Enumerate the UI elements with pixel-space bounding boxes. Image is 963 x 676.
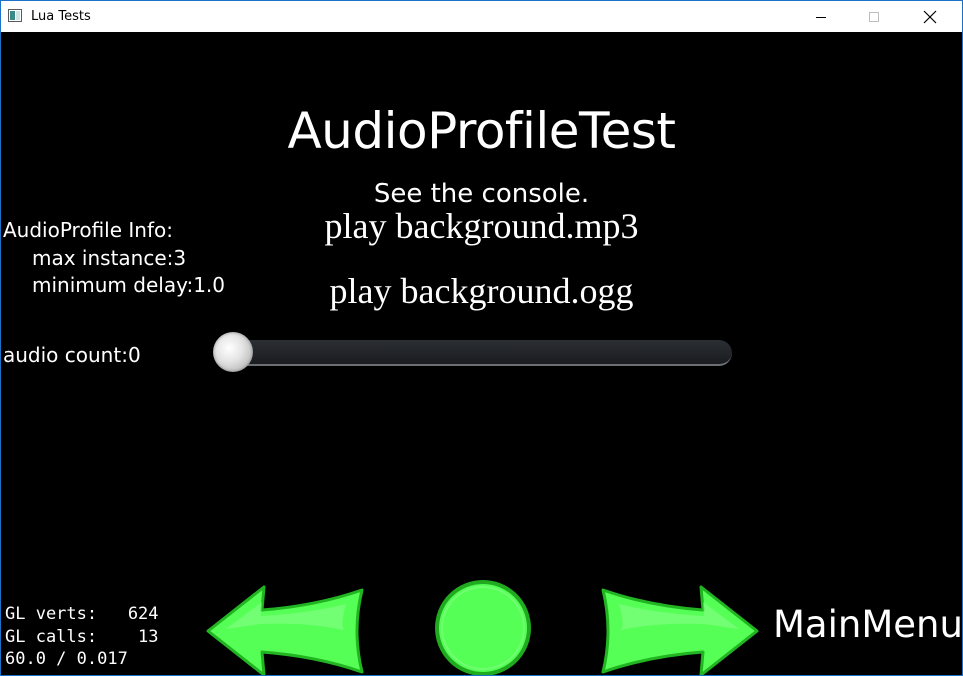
app-window: Lua Tests AudioProfileTest See the conso… — [0, 0, 963, 676]
restart-button[interactable] — [433, 578, 533, 675]
fps-stat: 60.0 / 0.017 — [5, 649, 128, 669]
audio-profile-heading: AudioProfile Info: — [3, 218, 173, 242]
title-bar[interactable]: Lua Tests — [1, 1, 962, 32]
left-arrow-icon — [206, 585, 364, 675]
next-button[interactable] — [599, 584, 759, 675]
minimum-delay-label: minimum delay:1.0 — [32, 273, 226, 297]
close-button[interactable] — [907, 1, 953, 32]
close-icon — [923, 10, 937, 23]
app-icon — [8, 9, 22, 22]
minimize-icon — [816, 16, 826, 18]
right-arrow-icon — [601, 585, 759, 675]
maximize-button[interactable] — [851, 1, 897, 32]
window-title: Lua Tests — [31, 9, 91, 24]
back-button[interactable] — [206, 584, 366, 675]
scene-title: AudioProfileTest — [287, 102, 676, 160]
max-instance-label: max instance:3 — [32, 246, 187, 270]
minimize-button[interactable] — [798, 1, 844, 32]
slider-thumb[interactable] — [213, 332, 253, 372]
gl-verts-stat: GL verts: 624 — [5, 604, 159, 624]
audio-count-label: audio count:0 — [3, 343, 141, 367]
audio-count-slider[interactable] — [216, 340, 732, 366]
maximize-icon — [869, 11, 879, 22]
game-canvas[interactable]: AudioProfileTest See the console. play b… — [1, 32, 962, 675]
circle-icon — [435, 580, 531, 675]
gl-calls-stat: GL calls: 13 — [5, 627, 159, 647]
main-menu-link[interactable]: MainMenu — [773, 603, 962, 646]
